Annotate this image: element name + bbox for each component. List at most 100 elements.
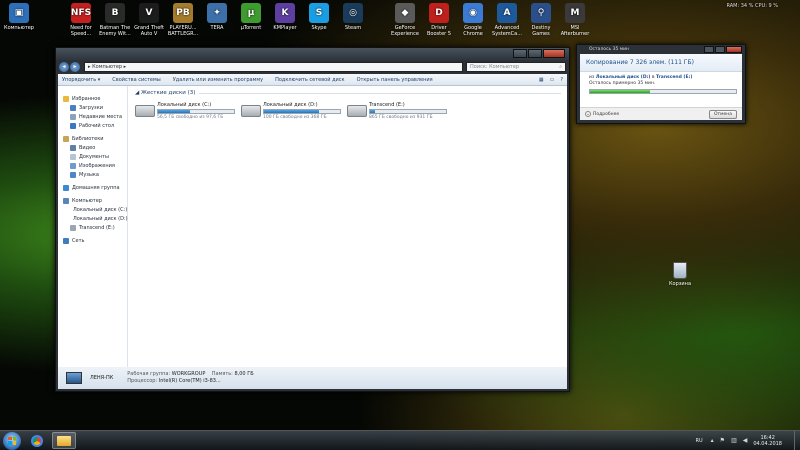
- search-box[interactable]: Поиск: Компьютер ⌕: [466, 62, 566, 72]
- preview-pane-icon[interactable]: ▭: [550, 77, 555, 83]
- network-icon[interactable]: ▥: [731, 437, 737, 444]
- chevron-down-icon[interactable]: ⌄: [585, 111, 591, 117]
- desktop-icon[interactable]: ◆ GeForce Experience: [388, 3, 422, 37]
- minimize-button[interactable]: [513, 49, 527, 58]
- copy-from-prefix: из: [589, 75, 595, 80]
- app-icon: B: [105, 3, 125, 23]
- cmd-organize[interactable]: Упорядочить ▾: [62, 77, 100, 83]
- nav-item[interactable]: Компьютер: [58, 196, 127, 205]
- address-bar[interactable]: ▸ Компьютер ▸: [84, 62, 463, 72]
- nav-item-label: Документы: [79, 153, 109, 160]
- app-icon: ◎: [343, 3, 363, 23]
- forward-button[interactable]: ▸: [70, 62, 80, 72]
- nav-item[interactable]: Рабочий стол: [58, 121, 127, 130]
- nav-item[interactable]: Музыка: [58, 170, 127, 179]
- copy-source[interactable]: Локальный диск (D:): [596, 75, 651, 80]
- nav-item[interactable]: Документы: [58, 152, 127, 161]
- cmd-map-network-drive[interactable]: Подключить сетевой диск: [275, 77, 345, 83]
- nav-item[interactable]: Изображения: [58, 161, 127, 170]
- desktop-icon[interactable]: ✦ TERA: [200, 3, 234, 31]
- desktop-icon-label: Google Chrome: [463, 25, 483, 37]
- copy-close-button[interactable]: [726, 46, 742, 53]
- copy-minimize-button[interactable]: [704, 46, 714, 53]
- desktop-icon[interactable]: ◎ Steam: [336, 3, 370, 31]
- desktop-icon[interactable]: B Batman The Enemy Wit...: [98, 3, 132, 37]
- desktop-icon-label: µTorrent: [240, 25, 262, 31]
- nav-item-icon: [70, 153, 76, 160]
- app-icon: A: [497, 3, 517, 23]
- nav-item[interactable]: Локальный диск (D:): [58, 214, 128, 223]
- nav-item[interactable]: Сеть: [58, 236, 127, 245]
- drive-usage-bar: [263, 109, 341, 114]
- volume-icon[interactable]: ◀: [743, 437, 748, 444]
- nav-item-icon: [70, 144, 76, 151]
- nav-item[interactable]: Недавние места: [58, 112, 127, 121]
- desktop-icon-label: Компьютер: [4, 25, 34, 31]
- workgroup-value: WORKGROUP: [171, 371, 206, 377]
- explorer-titlebar[interactable]: [56, 48, 569, 60]
- desktop-icon[interactable]: ⚲ Destiny Games: [524, 3, 558, 37]
- maximize-button[interactable]: [528, 49, 542, 58]
- view-options-icon[interactable]: ▦: [539, 77, 544, 83]
- desktop-icon[interactable]: K KMPlayer: [268, 3, 302, 31]
- nav-item-label: Изображения: [79, 162, 115, 169]
- nav-item[interactable]: Библиотеки: [58, 134, 127, 143]
- desktop-icon[interactable]: ◉ Google Chrome: [456, 3, 490, 37]
- nav-item-label: Сеть: [72, 237, 85, 244]
- desktop-icon[interactable]: NFS Need for Speed...: [64, 3, 98, 37]
- show-desktop-button[interactable]: [794, 430, 800, 450]
- computer-icon: [66, 372, 82, 384]
- nav-item-icon: [70, 162, 76, 169]
- help-icon[interactable]: ?: [560, 77, 563, 83]
- nav-item[interactable]: Избранное: [58, 94, 127, 103]
- flag-icon[interactable]: ⚑: [720, 437, 725, 444]
- computer-name: ЛЕНЯ-ПК: [90, 374, 114, 381]
- more-details-toggle[interactable]: Подробнее: [593, 112, 619, 117]
- nav-item-label: Библиотеки: [72, 135, 104, 142]
- nav-item-icon: [63, 237, 69, 244]
- clock[interactable]: 16:42 04.04.2018: [753, 435, 782, 447]
- language-indicator[interactable]: RU: [696, 438, 703, 444]
- nav-item[interactable]: Видео: [58, 143, 127, 152]
- drive-free-space: 56,5 ГБ свободно из 97,6 ГБ: [157, 115, 224, 120]
- taskbar-explorer[interactable]: [52, 432, 76, 449]
- back-button[interactable]: ◂: [59, 62, 69, 72]
- drive-tile[interactable]: Локальный диск (C:) 56,5 ГБ свободно из 9…: [135, 102, 241, 120]
- drive-tile[interactable]: Локальный диск (D:) 100 ГБ свободно из 36…: [241, 102, 347, 120]
- cmd-open-control-panel[interactable]: Открыть панель управления: [357, 77, 433, 83]
- copy-maximize-button[interactable]: [715, 46, 725, 53]
- tray-arrow-icon[interactable]: ▴: [711, 437, 714, 444]
- cancel-button[interactable]: Отмена: [709, 109, 737, 119]
- cmd-uninstall-program[interactable]: Удалить или изменить программу: [173, 77, 263, 83]
- copy-dialog[interactable]: Осталось 35 мин Копирование 7 326 элем. …: [576, 44, 746, 124]
- start-button[interactable]: [3, 431, 21, 450]
- folder-icon: [57, 435, 71, 446]
- cpu-value: Intel(R) Core(TM) i3-83...: [158, 378, 221, 384]
- nav-item[interactable]: Transcend (E:): [58, 223, 127, 232]
- nav-item[interactable]: Локальный диск (C:): [58, 205, 127, 214]
- desktop-icon[interactable]: A Advanced SystemCa...: [490, 3, 524, 37]
- taskbar-chrome[interactable]: [25, 432, 49, 449]
- desktop-icon[interactable]: PB PLAYERU... BATTLEGR...: [166, 3, 200, 37]
- explorer-window[interactable]: ◂ ▸ ▸ Компьютер ▸ Поиск: Компьютер ⌕ Упо…: [55, 47, 570, 392]
- desktop-icon[interactable]: S Skype: [302, 3, 336, 31]
- nav-item-icon: [70, 171, 76, 178]
- app-icon: K: [275, 3, 295, 23]
- recycle-bin[interactable]: Корзина: [665, 262, 695, 287]
- drive-tile[interactable]: Transcend (E:) 865 ГБ свободно из 931 ГБ: [347, 102, 453, 120]
- copy-destination[interactable]: Transcend (E:): [656, 75, 692, 80]
- desktop-icon[interactable]: D Driver Booster 5: [422, 3, 456, 37]
- desktop-icon[interactable]: µ µTorrent: [234, 3, 268, 31]
- search-icon[interactable]: ⌕: [559, 64, 562, 70]
- nav-item[interactable]: Домашняя группа: [58, 183, 127, 192]
- hard-drives-header[interactable]: ◢ Жесткие диски (3): [135, 90, 561, 96]
- drive-list: Локальный диск (C:) 56,5 ГБ свободно из 9…: [135, 102, 561, 120]
- desktop-icon[interactable]: ▣ Компьютер: [2, 3, 36, 31]
- desktop-icon[interactable]: V Grand Theft Auto V: [132, 3, 166, 37]
- cmd-system-properties[interactable]: Свойства системы: [112, 77, 160, 83]
- command-bar: Упорядочить ▾ Свойства системы Удалить и…: [58, 74, 567, 86]
- desktop-icon[interactable]: M MSI Afterburner: [558, 3, 592, 37]
- nav-item[interactable]: Загрузки: [58, 103, 127, 112]
- close-button[interactable]: [543, 49, 565, 58]
- cpu-label: Процессор:: [127, 378, 158, 384]
